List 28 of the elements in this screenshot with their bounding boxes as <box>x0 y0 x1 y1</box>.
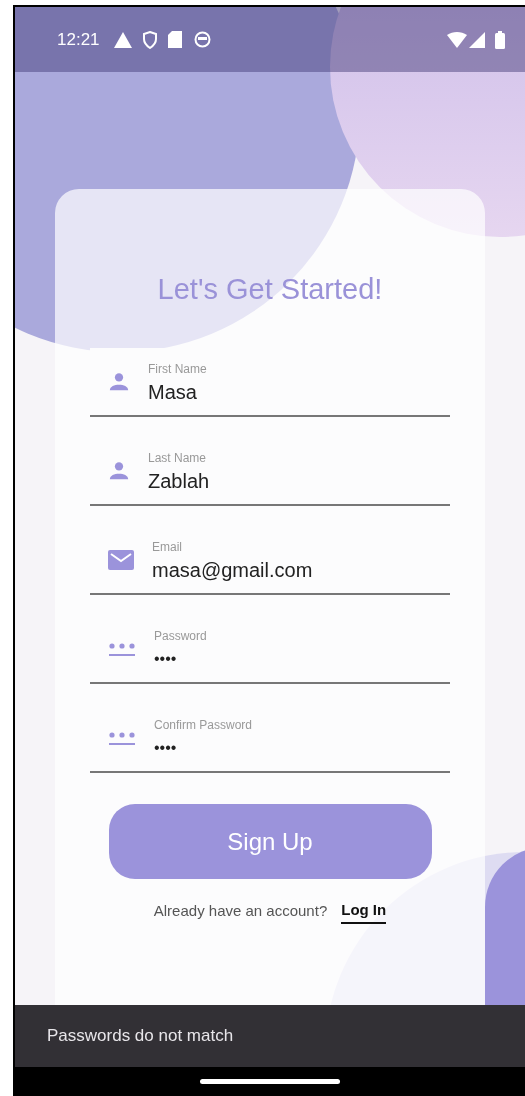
field-value: Masa <box>148 379 198 405</box>
field-label: Password <box>154 627 207 644</box>
field-label: First Name <box>148 360 207 377</box>
login-prompt: Already have an account? <box>153 901 328 921</box>
field-label: Email <box>152 538 183 555</box>
signal-icon <box>469 31 485 48</box>
warning-icon <box>113 31 132 48</box>
field-label: Confirm Password <box>154 716 253 733</box>
log-in-link[interactable]: Log In <box>341 899 387 924</box>
shield-icon <box>141 30 158 49</box>
wifi-icon <box>447 31 467 48</box>
field-value: •••• <box>154 648 178 669</box>
password-icon <box>108 729 136 746</box>
battery-icon <box>495 30 505 49</box>
person-icon <box>108 459 130 482</box>
home-handle[interactable] <box>200 1079 340 1084</box>
field-value: masa@gmail.com <box>152 557 313 583</box>
input-field[interactable]: First Name Masa <box>90 348 450 417</box>
person-icon <box>108 370 130 393</box>
snackbar-message: Passwords do not match <box>47 1025 234 1048</box>
page-title: Let's Get Started! <box>157 272 383 307</box>
field-value: Zablah <box>148 468 210 494</box>
status-time: 12:21 <box>57 28 100 51</box>
circle-icon <box>193 31 211 48</box>
field-value: •••• <box>154 737 178 758</box>
password-icon <box>108 640 136 657</box>
envelope-icon <box>108 548 134 571</box>
field-label: Last Name <box>148 449 208 466</box>
